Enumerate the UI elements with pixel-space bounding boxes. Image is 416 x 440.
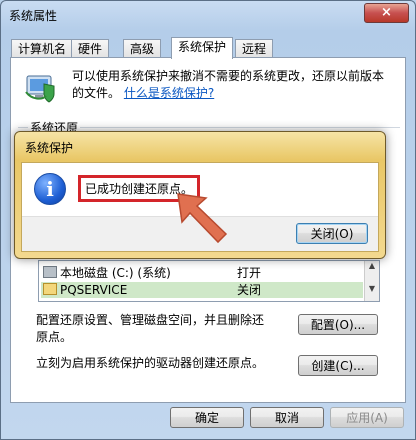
title-bar: 系统属性 ×	[1, 1, 415, 31]
tab-computer-name[interactable]: 计算机名	[11, 39, 74, 58]
tab-system-protection[interactable]: 系统保护	[171, 37, 234, 59]
configure-button[interactable]: 配置(O)...	[298, 314, 378, 335]
ok-button[interactable]: 确定	[170, 407, 244, 428]
cancel-button[interactable]: 取消	[250, 407, 324, 428]
info-icon: i	[34, 173, 66, 205]
drive-state: 关闭	[237, 283, 262, 297]
folder-icon	[43, 283, 57, 295]
apply-button[interactable]: 应用(A)	[330, 407, 404, 428]
list-scrollbar[interactable]: ▲ ▼	[364, 261, 379, 301]
window-close-button[interactable]: ×	[364, 3, 409, 23]
tab-hardware[interactable]: 硬件	[71, 39, 110, 58]
scroll-down-icon[interactable]: ▼	[365, 284, 379, 293]
dialog-title: 系统保护	[25, 141, 74, 155]
tab-remote[interactable]: 远程	[235, 39, 274, 58]
create-description: 立刻为启用系统保护的驱动器创建还原点。	[36, 356, 265, 370]
tab-strip: 计算机名 硬件 高级 系统保护 远程	[11, 37, 407, 59]
drive-name: PQSERVICE	[60, 283, 128, 297]
window-title: 系统属性	[9, 9, 58, 23]
system-protection-icon	[25, 75, 55, 103]
drives-list[interactable]: 本地磁盘 (C:) (系统) 打开 PQSERVICE 关闭 ▲ ▼	[38, 260, 380, 302]
what-is-system-protection-link[interactable]: 什么是系统保护?	[124, 86, 214, 100]
configure-description: 配置还原设置、管理磁盘空间，并且删除还原点。	[36, 313, 265, 344]
drive-state: 打开	[237, 266, 262, 280]
annotation-arrow-icon	[177, 193, 228, 244]
drive-icon	[43, 266, 57, 278]
tab-advanced[interactable]: 高级	[123, 39, 162, 58]
list-item[interactable]: 本地磁盘 (C:) (系统) 打开	[41, 265, 363, 281]
drive-name: 本地磁盘 (C:) (系统)	[60, 266, 171, 280]
intro-text: 可以使用系统保护来撤消不需要的系统更改，还原以前版本的文件。 什么是系统保护?	[72, 68, 392, 102]
scroll-up-icon[interactable]: ▲	[365, 261, 379, 270]
list-item[interactable]: PQSERVICE 关闭	[41, 282, 363, 298]
dialog-close-button[interactable]: 关闭(O)	[296, 223, 368, 244]
create-button[interactable]: 创建(C)...	[298, 355, 378, 376]
intro-description: 可以使用系统保护来撤消不需要的系统更改，还原以前版本的文件。	[72, 69, 385, 100]
